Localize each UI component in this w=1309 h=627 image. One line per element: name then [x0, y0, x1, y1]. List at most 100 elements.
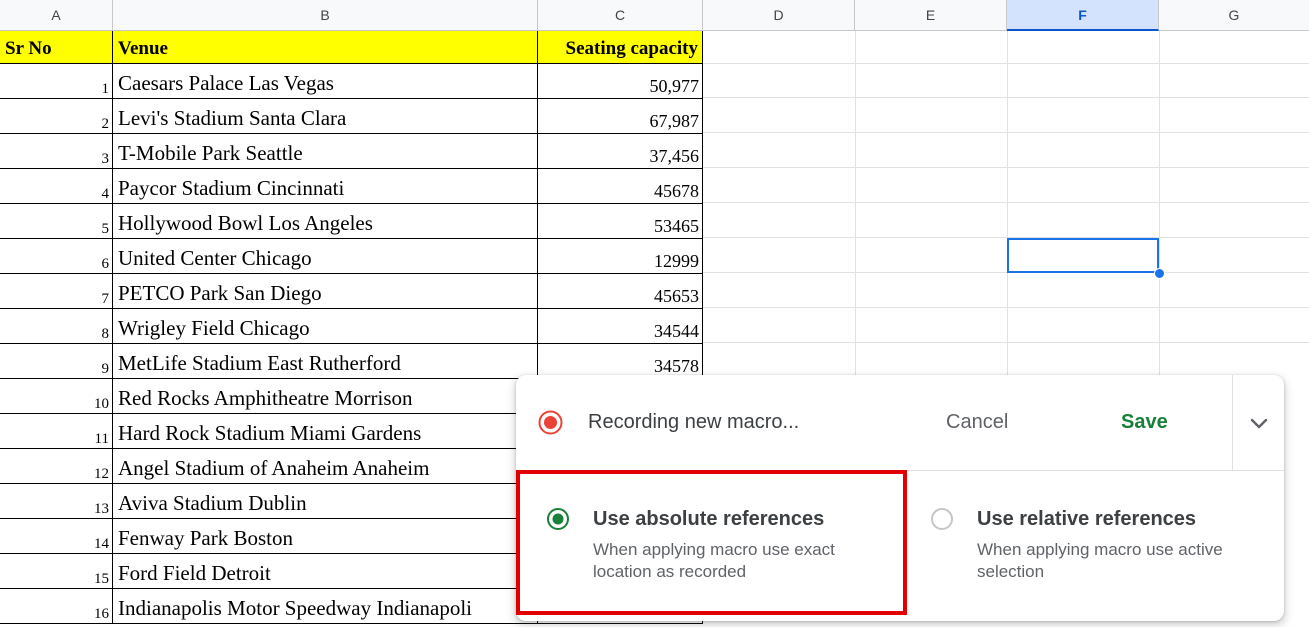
column-header-b[interactable]: B: [113, 0, 538, 31]
cell-venue[interactable]: T-Mobile Park Seattle: [113, 134, 538, 169]
cell-sr-no[interactable]: 5: [0, 204, 113, 239]
gridline: [703, 307, 1309, 308]
sr-no-value: 11: [94, 431, 109, 447]
cell-venue[interactable]: MetLife Stadium East Rutherford: [113, 344, 538, 379]
capacity-value: 34544: [654, 321, 699, 341]
cell-sr-no[interactable]: 1: [0, 64, 113, 99]
cell-venue[interactable]: United Center Chicago: [113, 239, 538, 274]
divider: [1232, 375, 1233, 470]
table-row: 9 MetLife Stadium East Rutherford 34578: [0, 344, 703, 379]
relative-references-option[interactable]: Use relative references When applying ma…: [911, 471, 1281, 611]
table-row: 2 Levi's Stadium Santa Clara 67,987: [0, 99, 703, 134]
sr-no-value: 1: [101, 81, 110, 97]
table-row: 8 Wrigley Field Chicago 34544: [0, 309, 703, 344]
column-header-d[interactable]: D: [703, 0, 855, 31]
capacity-value: 67,987: [649, 111, 700, 131]
cancel-button[interactable]: Cancel: [946, 408, 1008, 437]
cell-venue[interactable]: Paycor Stadium Cincinnati: [113, 169, 538, 204]
table-row: 7 PETCO Park San Diego 45653: [0, 274, 703, 309]
cell-sr-no[interactable]: 4: [0, 169, 113, 204]
cell-venue[interactable]: Levi's Stadium Santa Clara: [113, 99, 538, 134]
cell-sr-no[interactable]: 11: [0, 414, 113, 449]
gridline: [703, 272, 1309, 273]
capacity-value: 53465: [654, 216, 699, 236]
sr-no-value: 14: [94, 536, 109, 552]
cell-sr-no[interactable]: 14: [0, 519, 113, 554]
radio-unselected-icon[interactable]: [930, 507, 954, 531]
cell-sr-no[interactable]: 8: [0, 309, 113, 344]
cell-sr-no[interactable]: 10: [0, 379, 113, 414]
column-header-c[interactable]: C: [538, 0, 703, 31]
cell-sr-no[interactable]: 12: [0, 449, 113, 484]
cell-venue[interactable]: Indianapolis Motor Speedway Indianapoli: [113, 589, 538, 624]
column-header-a[interactable]: A: [0, 0, 113, 31]
capacity-value: 45653: [654, 286, 699, 306]
cell-venue[interactable]: Aviva Stadium Dublin: [113, 484, 538, 519]
cell-venue[interactable]: Hollywood Bowl Los Angeles: [113, 204, 538, 239]
sr-no-value: 8: [101, 326, 110, 342]
cell-venue[interactable]: PETCO Park San Diego: [113, 274, 538, 309]
cell-venue[interactable]: Caesars Palace Las Vegas: [113, 64, 538, 99]
cell-sr-no[interactable]: 7: [0, 274, 113, 309]
table-row: 3 T-Mobile Park Seattle 37,456: [0, 134, 703, 169]
sr-no-value: 5: [101, 221, 110, 237]
cell-venue[interactable]: Angel Stadium of Anaheim Anaheim: [113, 449, 538, 484]
capacity-value: 37,456: [649, 146, 700, 166]
gridline: [703, 97, 1309, 98]
cell-venue[interactable]: Hard Rock Stadium Miami Gardens: [113, 414, 538, 449]
gridline: [703, 63, 1309, 64]
highlight-annotation: [516, 470, 907, 615]
relative-references-description: When applying macro use active selection: [977, 540, 1223, 581]
header-cell-venue[interactable]: Venue: [113, 31, 538, 63]
header-cell-capacity[interactable]: Seating capacity: [538, 31, 703, 63]
cell-venue[interactable]: Ford Field Detroit: [113, 554, 538, 589]
table-row: 5 Hollywood Bowl Los Angeles 53465: [0, 204, 703, 239]
gridline: [703, 167, 1309, 168]
capacity-value: 50,977: [649, 76, 700, 96]
sr-no-value: 7: [101, 291, 110, 307]
cell-sr-no[interactable]: 3: [0, 134, 113, 169]
macro-panel-header: Recording new macro... Cancel Save: [516, 375, 1284, 471]
sr-no-value: 12: [94, 466, 109, 482]
relative-references-title: Use relative references: [977, 508, 1197, 530]
cell-capacity[interactable]: 45653: [538, 274, 703, 309]
cell-venue[interactable]: Wrigley Field Chicago: [113, 309, 538, 344]
sr-no-value: 4: [101, 186, 110, 202]
active-cell[interactable]: [1007, 238, 1159, 273]
capacity-value: 34578: [654, 356, 699, 376]
macro-title: Recording new macro...: [588, 411, 800, 433]
table-header-row: Sr No Venue Seating capacity: [0, 31, 703, 64]
capacity-value: 45678: [654, 181, 699, 201]
sr-no-value: 2: [101, 116, 110, 132]
gridline: [703, 237, 1309, 238]
sr-no-value: 16: [94, 606, 109, 622]
sr-no-value: 10: [94, 396, 109, 412]
cell-sr-no[interactable]: 2: [0, 99, 113, 134]
cell-sr-no[interactable]: 16: [0, 589, 113, 624]
cell-capacity[interactable]: 67,987: [538, 99, 703, 134]
cell-venue[interactable]: Fenway Park Boston: [113, 519, 538, 554]
sr-no-value: 13: [94, 501, 109, 517]
sr-no-value: 3: [101, 151, 110, 167]
cell-capacity[interactable]: 34578: [538, 344, 703, 379]
fill-handle[interactable]: [1154, 268, 1165, 279]
header-cell-sr-no[interactable]: Sr No: [0, 31, 113, 63]
cell-capacity[interactable]: 37,456: [538, 134, 703, 169]
cell-venue[interactable]: Red Rocks Amphitheatre Morrison: [113, 379, 538, 414]
cell-capacity[interactable]: 12999: [538, 239, 703, 274]
chevron-down-icon[interactable]: [1249, 413, 1269, 433]
column-header-e[interactable]: E: [855, 0, 1007, 31]
column-header-f[interactable]: F: [1007, 0, 1159, 31]
cell-sr-no[interactable]: 13: [0, 484, 113, 519]
cell-capacity[interactable]: 45678: [538, 169, 703, 204]
cell-sr-no[interactable]: 9: [0, 344, 113, 379]
cell-capacity[interactable]: 53465: [538, 204, 703, 239]
capacity-value: 12999: [654, 251, 699, 271]
cell-capacity[interactable]: 50,977: [538, 64, 703, 99]
save-button[interactable]: Save: [1121, 408, 1168, 437]
column-header-g[interactable]: G: [1159, 0, 1309, 31]
cell-capacity[interactable]: 34544: [538, 309, 703, 344]
gridline: [703, 202, 1309, 203]
cell-sr-no[interactable]: 6: [0, 239, 113, 274]
cell-sr-no[interactable]: 15: [0, 554, 113, 589]
